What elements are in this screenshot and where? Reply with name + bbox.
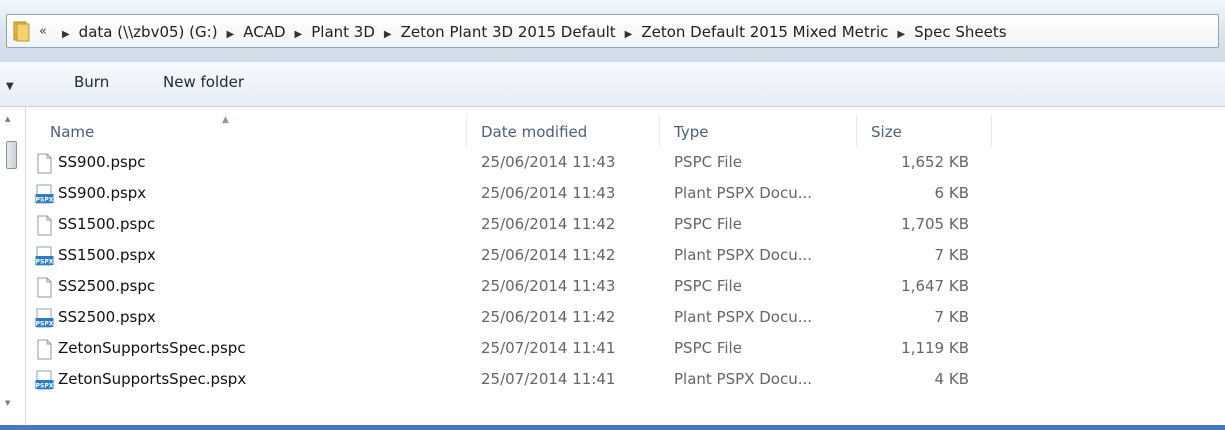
file-size: 1,647 KB <box>901 277 969 295</box>
breadcrumb: ▶ data (\\zbv05) (G:) ▶ ACAD ▶ Plant 3D ▶ Zeton… <box>53 22 1007 41</box>
chevron-right-icon[interactable]: ▶ <box>897 29 905 40</box>
file-size: 1,119 KB <box>901 339 969 357</box>
file-type: Plant PSPX Docu... <box>674 370 813 388</box>
folder-icon <box>13 20 31 42</box>
file-type: PSPC File <box>674 215 742 233</box>
file-type: Plant PSPX Docu... <box>674 246 813 264</box>
svg-text:PSPX: PSPX <box>36 258 54 265</box>
table-row[interactable]: SS900.pspc 25/06/2014 11:43 PSPC File 1,652… <box>26 149 1225 180</box>
file-name: SS1500.pspx <box>58 246 156 264</box>
blank-document-icon <box>35 277 54 298</box>
column-header-date[interactable]: Date modified <box>481 123 587 141</box>
table-row[interactable]: ZetonSupportsSpec.pspc 25/07/2014 11:41 PS… <box>26 335 1225 366</box>
window-bottom-border <box>0 425 1225 430</box>
command-bar: ▼ Burn New folder <box>0 62 1225 107</box>
breadcrumb-item[interactable]: Zeton Default 2015 Mixed Metric <box>641 23 888 41</box>
table-row[interactable]: SS2500.pspc 25/06/2014 11:43 PSPC File 1,64… <box>26 273 1225 304</box>
file-name: SS1500.pspc <box>58 215 156 233</box>
column-divider[interactable] <box>856 115 857 147</box>
file-type: Plant PSPX Docu... <box>674 184 813 202</box>
file-size: 1,705 KB <box>901 215 969 233</box>
file-date-modified: 25/06/2014 11:43 <box>481 184 616 202</box>
file-name: ZetonSupportsSpec.pspx <box>58 370 247 388</box>
svg-text:PSPX: PSPX <box>36 382 54 389</box>
new-folder-button[interactable]: New folder <box>163 73 244 91</box>
file-size: 7 KB <box>934 308 969 326</box>
blank-document-icon <box>35 215 54 236</box>
file-size: 7 KB <box>934 246 969 264</box>
scroll-up-icon[interactable]: ▲ <box>5 115 10 123</box>
table-row[interactable]: PSPX SS1500.pspx 25/06/2014 11:42 Plant PSP… <box>26 242 1225 273</box>
navigation-pane-scrollbar[interactable]: ▲ ▼ <box>0 107 26 430</box>
file-name: SS2500.pspc <box>58 277 156 295</box>
column-divider[interactable] <box>659 115 660 147</box>
chevron-right-icon[interactable]: ▶ <box>625 29 633 40</box>
column-divider[interactable] <box>466 115 467 147</box>
table-row[interactable]: SS1500.pspc 25/06/2014 11:42 PSPC File 1,70… <box>26 211 1225 242</box>
file-name: SS900.pspc <box>58 153 146 171</box>
burn-button[interactable]: Burn <box>74 73 109 91</box>
file-name: ZetonSupportsSpec.pspc <box>58 339 246 357</box>
file-size: 1,652 KB <box>901 153 969 171</box>
file-type: PSPC File <box>674 277 742 295</box>
scroll-down-icon[interactable]: ▼ <box>5 399 10 407</box>
file-list: ▲ Name Date modified Type Size SS900.psp… <box>26 107 1225 425</box>
svg-text:PSPX: PSPX <box>36 196 54 203</box>
file-type: PSPC File <box>674 153 742 171</box>
column-header-name[interactable]: Name <box>50 123 94 141</box>
breadcrumb-overflow[interactable]: « <box>39 24 47 39</box>
blank-document-icon <box>35 339 54 360</box>
breadcrumb-item[interactable]: Spec Sheets <box>914 23 1006 41</box>
file-name: SS900.pspx <box>58 184 147 202</box>
file-name: SS2500.pspx <box>58 308 156 326</box>
breadcrumb-item[interactable]: data (\\zbv05) (G:) <box>79 23 218 41</box>
breadcrumb-item[interactable]: ACAD <box>243 23 285 41</box>
file-size: 6 KB <box>934 184 969 202</box>
file-type: Plant PSPX Docu... <box>674 308 813 326</box>
sort-ascending-icon: ▲ <box>222 115 229 125</box>
table-row[interactable]: PSPX SS900.pspx 25/06/2014 11:43 Plant PSPX… <box>26 180 1225 211</box>
column-header-size[interactable]: Size <box>871 123 902 141</box>
file-size: 4 KB <box>934 370 969 388</box>
file-date-modified: 25/07/2014 11:41 <box>481 370 616 388</box>
pspx-document-icon: PSPX <box>35 370 54 391</box>
chevron-right-icon[interactable]: ▶ <box>384 29 392 40</box>
chevron-right-icon[interactable]: ▶ <box>62 29 70 40</box>
file-date-modified: 25/06/2014 11:42 <box>481 246 616 264</box>
chevron-right-icon[interactable]: ▶ <box>227 29 235 40</box>
file-date-modified: 25/07/2014 11:41 <box>481 339 616 357</box>
file-type: PSPC File <box>674 339 742 357</box>
file-date-modified: 25/06/2014 11:42 <box>481 308 616 326</box>
pspx-document-icon: PSPX <box>35 246 54 267</box>
file-date-modified: 25/06/2014 11:43 <box>481 277 616 295</box>
pspx-document-icon: PSPX <box>35 184 54 205</box>
column-header-row: ▲ Name Date modified Type Size <box>26 115 1225 147</box>
svg-text:PSPX: PSPX <box>36 320 54 327</box>
chevron-down-icon[interactable]: ▼ <box>6 81 14 92</box>
scrollbar-thumb[interactable] <box>6 141 17 169</box>
breadcrumb-item[interactable]: Plant 3D <box>311 23 375 41</box>
column-header-type[interactable]: Type <box>674 123 708 141</box>
table-row[interactable]: PSPX SS2500.pspx 25/06/2014 11:42 Plant PSP… <box>26 304 1225 335</box>
breadcrumb-item[interactable]: Zeton Plant 3D 2015 Default <box>401 23 616 41</box>
file-rows: SS900.pspc 25/06/2014 11:43 PSPC File 1,652… <box>26 149 1225 397</box>
file-date-modified: 25/06/2014 11:42 <box>481 215 616 233</box>
address-bar-area: « ▶ data (\\zbv05) (G:) ▶ ACAD ▶ Plant 3D ▶ Zet… <box>0 0 1225 62</box>
pspx-document-icon: PSPX <box>35 308 54 329</box>
blank-document-icon <box>35 153 54 174</box>
chevron-right-icon[interactable]: ▶ <box>295 29 303 40</box>
address-bar[interactable]: « ▶ data (\\zbv05) (G:) ▶ ACAD ▶ Plant 3D ▶ Zet… <box>6 14 1219 48</box>
column-divider[interactable] <box>991 115 992 147</box>
file-date-modified: 25/06/2014 11:43 <box>481 153 616 171</box>
table-row[interactable]: PSPX ZetonSupportsSpec.pspx 25/07/2014 11:… <box>26 366 1225 397</box>
